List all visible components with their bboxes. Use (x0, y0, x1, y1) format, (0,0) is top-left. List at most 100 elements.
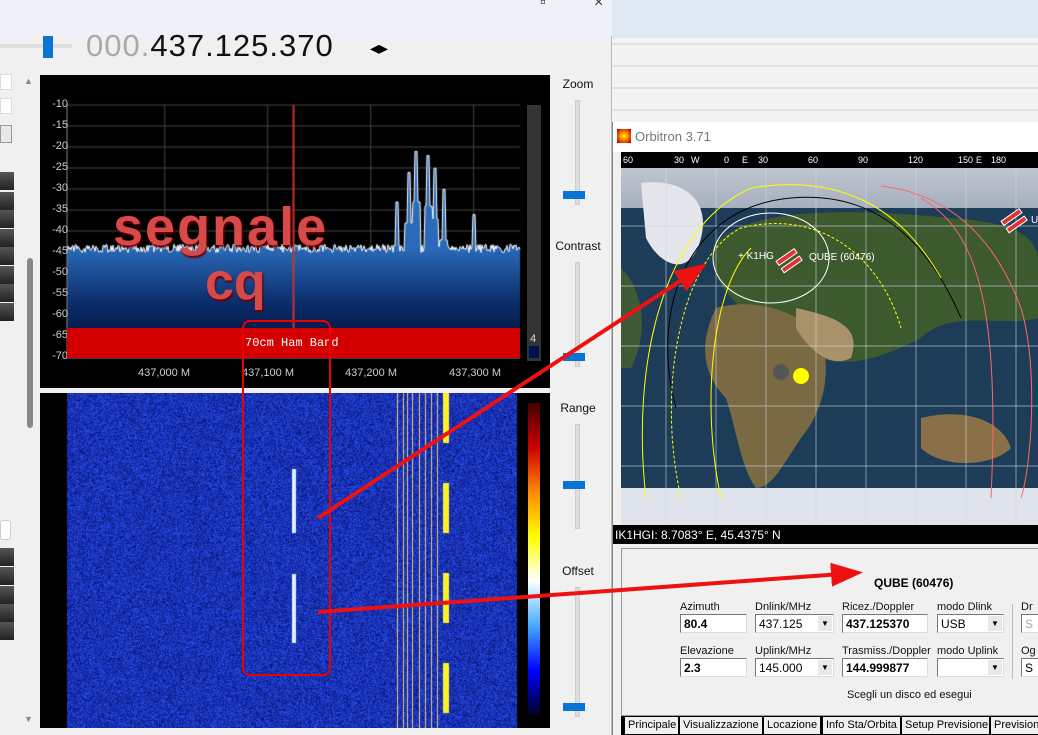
mode-dlink-select[interactable]: USB ▼ (937, 614, 1004, 633)
longitude-label: 150 (958, 155, 973, 165)
truncated-label: Dr (1021, 601, 1033, 613)
dropdown[interactable] (0, 98, 12, 114)
scroll-up-icon[interactable]: ▲ (24, 76, 33, 86)
level-meter-value: 4 (530, 333, 536, 345)
button[interactable] (0, 604, 14, 622)
y-tick-label: -15 (46, 119, 68, 131)
button[interactable] (0, 172, 14, 190)
button[interactable] (0, 548, 14, 566)
satellite-map-label: U (1031, 215, 1038, 226)
slider-thumb[interactable] (563, 481, 585, 489)
button[interactable] (0, 622, 14, 640)
tab-locazione[interactable]: Locazione (762, 717, 820, 734)
frequency-value: 437.125.370 (150, 28, 333, 63)
title-bar: Orbitron 3.71 (613, 122, 1038, 152)
scrollbar-thumb[interactable] (27, 258, 33, 428)
elevation-label: Elevazione (680, 645, 734, 657)
waterfall-colorbar (528, 403, 540, 715)
slider-thumb[interactable] (563, 353, 585, 361)
satellite-info-panel: QUBE (60476) Azimuth 80.4 Elevazione 2.3… (621, 548, 1038, 716)
frequency-display[interactable]: 000.437.125.370 (86, 28, 334, 64)
chevron-down-icon[interactable]: ▼ (988, 616, 1002, 631)
slider-label-range: Range (553, 401, 603, 415)
dnlink-select[interactable]: 437.125 ▼ (755, 614, 834, 633)
slider-thumb[interactable] (563, 703, 585, 711)
longitude-label: 120 (908, 155, 923, 165)
tuning-slider[interactable] (0, 44, 72, 48)
frequency-step-arrows-icon[interactable]: ◂▸ (370, 38, 388, 59)
truncated-field[interactable]: S (1021, 658, 1038, 677)
azimuth-field[interactable]: 80.4 (680, 614, 747, 633)
x-tick-label: 437,300 M (449, 367, 501, 379)
mode-uplink-label: modo Uplink (937, 645, 998, 657)
y-tick-label: -30 (46, 182, 68, 194)
station-marker-label: + K1HG (738, 251, 774, 262)
longitude-label: 90 (858, 155, 868, 165)
button[interactable] (0, 266, 14, 284)
background-window-header (612, 0, 1038, 38)
button[interactable] (0, 586, 14, 604)
moon-icon (773, 364, 789, 380)
dnlink-label: Dnlink/MHz (755, 601, 811, 613)
divider (1012, 604, 1013, 679)
longitude-label: E (742, 155, 748, 165)
slider-label-zoom: Zoom (553, 77, 603, 91)
signal-highlight-box (242, 320, 331, 676)
longitude-label: E (976, 155, 982, 165)
y-tick-label: -45 (46, 245, 68, 257)
tab-principale[interactable]: Principale (623, 717, 679, 734)
frequency-leading-zeros: 000. (86, 28, 150, 63)
tab-visualizzazione[interactable]: Visualizzazione (678, 717, 762, 734)
longitude-label: 30 (674, 155, 684, 165)
level-meter-fill (529, 346, 539, 358)
truncated-field[interactable]: S (1021, 614, 1038, 633)
tx-doppler-field[interactable]: 144.999877 (842, 658, 928, 677)
spinner[interactable] (0, 125, 12, 143)
level-meter (527, 105, 541, 361)
longitude-label: 60 (623, 155, 633, 165)
y-tick-label: -35 (46, 203, 68, 215)
longitude-label: 0 (724, 155, 729, 165)
button[interactable] (0, 229, 14, 247)
mode-dlink-label: modo Dlink (937, 601, 992, 613)
chevron-down-icon[interactable]: ▼ (988, 660, 1002, 675)
orbitron-window: Orbitron 3.71 60 30 W 0 E 30 60 90 120 150 E 180 + … (612, 122, 1038, 735)
slider-thumb[interactable] (563, 191, 585, 199)
scroll-down-icon[interactable]: ▼ (24, 714, 33, 724)
close-icon[interactable]: × (594, 0, 603, 12)
orbitron-logo-icon (617, 129, 631, 143)
slider-range[interactable] (575, 424, 580, 529)
button[interactable] (0, 192, 14, 210)
background-grid (612, 38, 1038, 122)
tab-setup-previsione[interactable]: Setup Previsione (900, 717, 991, 734)
tab-bar: Principale Visualizzazione Locazione Info S… (621, 716, 1038, 735)
rx-doppler-label: Ricez./Doppler (842, 601, 914, 613)
antarctica (621, 488, 1038, 525)
tuning-slider-thumb[interactable] (43, 36, 53, 58)
rx-doppler-field[interactable]: 437.125370 (842, 614, 928, 633)
world-map[interactable]: + K1HG QUBE (60476) U (621, 168, 1038, 525)
slider-zoom[interactable] (575, 100, 580, 205)
satellite-map-label: QUBE (60476) (809, 252, 875, 263)
uplink-select[interactable]: 145.000 ▼ (755, 658, 834, 677)
maximize-icon[interactable]: ▫ (540, 0, 546, 12)
chevron-down-icon[interactable]: ▼ (818, 616, 832, 631)
button[interactable] (0, 284, 14, 302)
slider-contrast[interactable] (575, 262, 580, 367)
y-tick-label: -25 (46, 161, 68, 173)
uplink-value: 145.000 (759, 661, 802, 675)
button[interactable] (0, 567, 14, 585)
button[interactable] (0, 247, 14, 265)
button[interactable] (0, 303, 14, 321)
y-tick-label: -65 (46, 329, 68, 341)
tab-previsione[interactable]: Previsione (989, 717, 1038, 734)
y-tick-label: -40 (46, 224, 68, 236)
dropdown[interactable] (0, 74, 12, 90)
mode-uplink-select[interactable]: ▼ (937, 658, 1004, 677)
chevron-down-icon[interactable]: ▼ (818, 660, 832, 675)
slider-offset[interactable] (575, 587, 580, 717)
elevation-field[interactable]: 2.3 (680, 658, 747, 677)
tab-info-sta-orbita[interactable]: Info Sta/Orbita (821, 717, 900, 734)
button[interactable] (0, 210, 14, 228)
input[interactable] (0, 520, 11, 540)
